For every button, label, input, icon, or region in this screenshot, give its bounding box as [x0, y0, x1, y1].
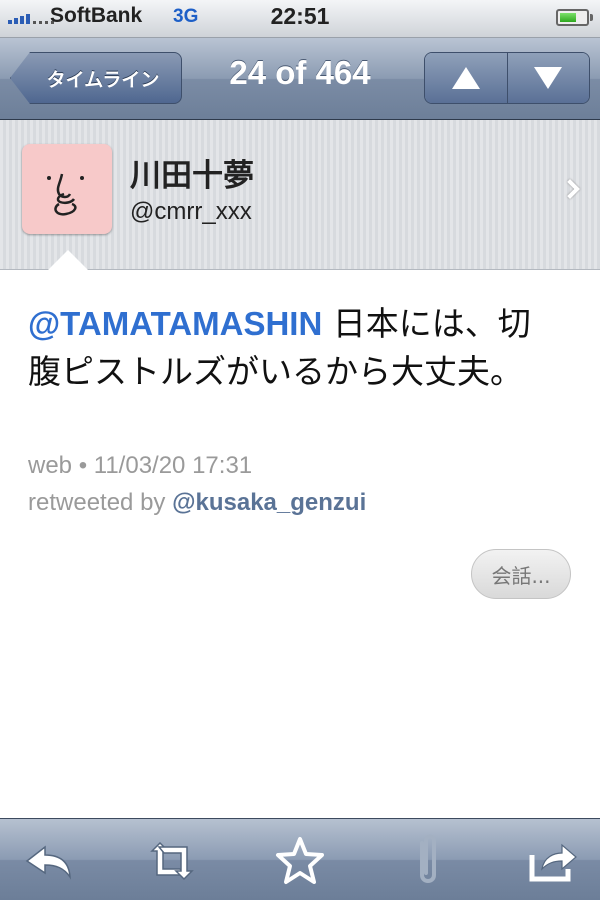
back-button-timeline[interactable]: タイムライン: [10, 52, 182, 104]
user-handle: @cmrr_xxx: [130, 198, 252, 225]
retweet-button[interactable]: [144, 833, 200, 889]
user-header[interactable]: 川田十夢 @cmrr_xxx: [0, 120, 600, 270]
share-icon: [529, 843, 577, 882]
favorite-button[interactable]: [272, 833, 328, 889]
nav-title-position: 24 of 464: [229, 54, 371, 91]
retweet-icon: [150, 841, 194, 881]
reply-icon: [25, 845, 71, 880]
retweeted-prefix: retweeted by: [28, 489, 173, 516]
attach-button[interactable]: [400, 833, 456, 889]
navigation-bar: タイムライン 24 of 464: [0, 38, 600, 120]
previous-tweet-button[interactable]: [425, 53, 507, 103]
user-display-name: 川田十夢: [130, 158, 254, 194]
retweeted-user-link[interactable]: @kusaka_genzui: [172, 489, 366, 516]
battery-icon: [556, 9, 593, 26]
face-avatar-icon: [47, 173, 84, 216]
arrow-down-icon: [534, 67, 563, 89]
tweet-meta: web • 11/03/20 17:31: [28, 452, 253, 479]
conversation-button[interactable]: 会話...: [471, 549, 571, 599]
tweet-text: @TAMATAMASHIN 日本には、切腹ピストルズがいるから大丈夫。: [28, 300, 548, 396]
tweet-navigation-segment: [424, 52, 590, 104]
status-bar: SoftBank 3G 22:51: [0, 0, 600, 38]
tweet-mention-link[interactable]: @TAMATAMASHIN: [28, 305, 322, 342]
share-button[interactable]: [526, 833, 582, 889]
header-pointer: [47, 250, 89, 271]
attach-paperclip-icon: [420, 834, 436, 883]
chevron-right-icon[interactable]: [560, 179, 580, 199]
next-tweet-button[interactable]: [506, 53, 589, 103]
status-time: 22:51: [270, 3, 330, 29]
favorite-star-icon: [276, 837, 324, 884]
arrow-up-icon: [451, 67, 480, 89]
reply-button[interactable]: [20, 833, 76, 889]
avatar[interactable]: [22, 144, 112, 234]
bottom-toolbar: [0, 818, 600, 900]
retweeted-by: retweeted by @kusaka_genzui: [28, 489, 366, 517]
